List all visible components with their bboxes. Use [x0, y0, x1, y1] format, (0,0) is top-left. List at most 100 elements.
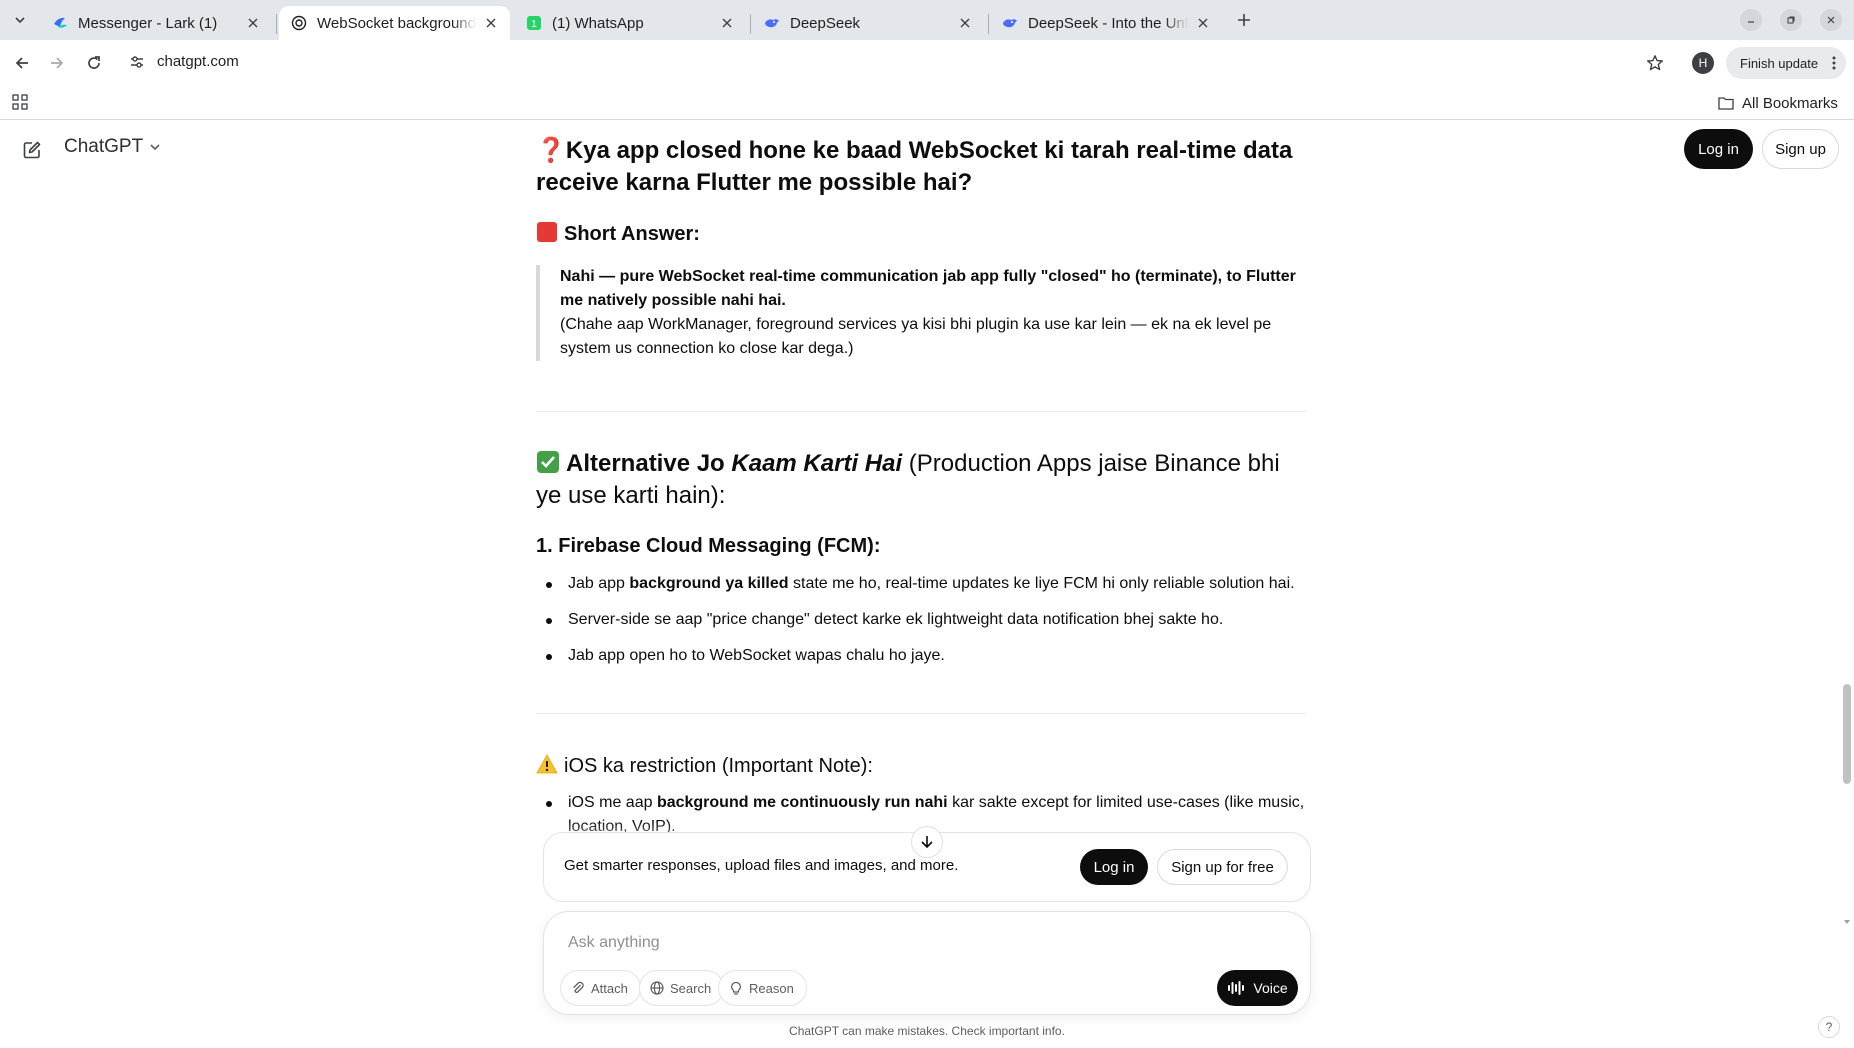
tab-title: DeepSeek - Into the Unknown	[1028, 14, 1188, 32]
close-icon[interactable]	[718, 14, 736, 32]
voice-label: Voice	[1253, 980, 1288, 996]
list-item-text: state me ho, real-time updates ke liye F…	[788, 575, 1295, 592]
lightbulb-icon	[729, 981, 749, 995]
tab-separator	[750, 14, 751, 34]
folder-icon	[1718, 96, 1742, 110]
tab-title: Messenger - Lark (1)	[78, 14, 218, 32]
chevron-down-icon	[143, 141, 161, 153]
chatgpt-page: ChatGPT Log in Sign up ❓Kya app closed h…	[0, 121, 1854, 1048]
bookmark-star-button[interactable]	[1643, 51, 1667, 75]
minimize-icon	[1746, 15, 1756, 25]
scrollbar-thumb[interactable]	[1843, 684, 1851, 784]
quote-text: (Chahe aap WorkManager, foreground servi…	[560, 316, 1272, 357]
divider	[536, 713, 1306, 714]
deepseek-icon	[764, 15, 780, 31]
svg-text:1: 1	[531, 19, 537, 30]
tab-separator	[276, 14, 277, 34]
arrow-left-icon	[14, 55, 30, 71]
list-item-text: Jab app	[568, 575, 630, 592]
tab-title: DeepSeek	[790, 14, 861, 32]
new-tab-button[interactable]	[1232, 8, 1256, 32]
address-bar[interactable]: chatgpt.com	[157, 53, 239, 70]
list-item-bold: background me continuously run nahi	[656, 794, 948, 811]
tab-deepseek-unknown[interactable]: DeepSeek - Into the Unknown	[990, 6, 1222, 40]
edit-icon	[22, 140, 42, 160]
back-button[interactable]	[7, 48, 37, 78]
scroll-to-bottom-button[interactable]	[911, 826, 943, 858]
new-chat-button[interactable]	[20, 138, 44, 162]
tab-title: (1) WhatsApp	[552, 14, 644, 32]
help-button[interactable]: ?	[1818, 1016, 1840, 1038]
close-icon[interactable]	[482, 14, 500, 32]
close-icon	[1826, 15, 1836, 25]
heading-short-answer: Short Answer:	[536, 220, 700, 248]
all-bookmarks-button[interactable]: All Bookmarks	[1718, 92, 1838, 114]
close-window-button[interactable]	[1820, 9, 1842, 31]
star-icon	[1646, 54, 1664, 72]
heading-text: Short Answer:	[564, 223, 700, 245]
reload-button[interactable]	[79, 48, 109, 78]
lark-icon	[52, 15, 68, 31]
voice-button[interactable]: Voice	[1217, 970, 1298, 1006]
deepseek-icon	[1002, 15, 1018, 31]
tune-icon	[129, 54, 145, 70]
heading-text: iOS ka restriction (Important Note):	[564, 755, 873, 777]
tab-whatsapp[interactable]: 1 (1) WhatsApp	[514, 6, 746, 40]
heading-text: Alternative Jo	[566, 450, 732, 477]
promo-login-button[interactable]: Log in	[1080, 849, 1148, 885]
list-item-text: Server-side se aap "price change" detect…	[568, 611, 1224, 628]
close-icon[interactable]	[244, 14, 262, 32]
globe-icon	[650, 981, 670, 995]
fcm-list: Jab app background ya killed state me ho…	[536, 572, 1306, 680]
blockquote: Nahi — pure WebSocket real-time communic…	[536, 265, 1306, 361]
plus-icon	[1237, 13, 1251, 27]
arrow-down-icon	[920, 835, 934, 849]
model-selector[interactable]: ChatGPT	[64, 136, 161, 158]
attach-button[interactable]: Attach	[560, 970, 641, 1006]
heading-text: Kya app closed hone ke baad WebSocket ki…	[536, 137, 1293, 196]
search-label: Search	[670, 980, 712, 996]
profile-avatar[interactable]: H	[1692, 52, 1714, 74]
list-item: Jab app background ya killed state me ho…	[536, 572, 1306, 596]
heading-alternative: Alternative Jo Kaam Karti Hai (Productio…	[536, 448, 1306, 512]
composer: Attach Search Reason Voice	[543, 911, 1311, 1015]
restore-button[interactable]	[1780, 9, 1802, 31]
forward-button[interactable]	[42, 48, 72, 78]
finish-update-button[interactable]: Finish update	[1726, 47, 1847, 79]
disclaimer: ChatGPT can make mistakes. Check importa…	[789, 1024, 1065, 1038]
minimize-button[interactable]	[1740, 9, 1762, 31]
close-icon[interactable]	[1194, 14, 1212, 32]
close-icon[interactable]	[956, 14, 974, 32]
whatsapp-icon: 1	[526, 15, 542, 31]
scroll-down-arrow-icon[interactable]	[1843, 918, 1851, 926]
login-button[interactable]: Log in	[1684, 129, 1753, 169]
list-item-text: iOS me aap	[568, 794, 657, 811]
list-item: Jab app open ho to WebSocket wapas chalu…	[536, 644, 1306, 668]
tab-deepseek[interactable]: DeepSeek	[752, 6, 984, 40]
reason-button[interactable]: Reason	[718, 970, 807, 1006]
heading-fcm: 1. Firebase Cloud Messaging (FCM):	[536, 535, 881, 557]
browser-toolbar: chatgpt.com H Finish update	[0, 40, 1854, 86]
prompt-input[interactable]	[568, 930, 1288, 956]
tab-messenger-lark[interactable]: Messenger - Lark (1)	[40, 6, 272, 40]
signup-button[interactable]: Sign up	[1762, 129, 1839, 169]
quote-bold-text: Nahi — pure WebSocket real-time communic…	[560, 268, 1296, 309]
tab-separator	[988, 14, 989, 34]
reason-label: Reason	[749, 980, 794, 996]
tab-search-button[interactable]	[8, 8, 32, 32]
divider	[536, 411, 1306, 412]
heading-italic-text: Kaam Karti Hai	[731, 450, 903, 477]
check-mark-icon	[536, 450, 560, 474]
promo-text: Get smarter responses, upload files and …	[564, 857, 959, 874]
paperclip-icon	[571, 981, 591, 995]
tab-websocket-background[interactable]: WebSocket background fetch	[279, 6, 510, 40]
bookmarks-bar: All Bookmarks	[0, 86, 1854, 120]
restore-icon	[1786, 15, 1796, 25]
apps-grid-icon[interactable]	[12, 94, 30, 112]
search-button[interactable]: Search	[639, 970, 725, 1006]
waveform-icon	[1227, 981, 1253, 995]
promo-signup-button[interactable]: Sign up for free	[1157, 849, 1288, 885]
site-info-button[interactable]	[127, 52, 147, 72]
question-mark-icon: ❓	[536, 137, 566, 164]
brand-label: ChatGPT	[64, 136, 144, 157]
